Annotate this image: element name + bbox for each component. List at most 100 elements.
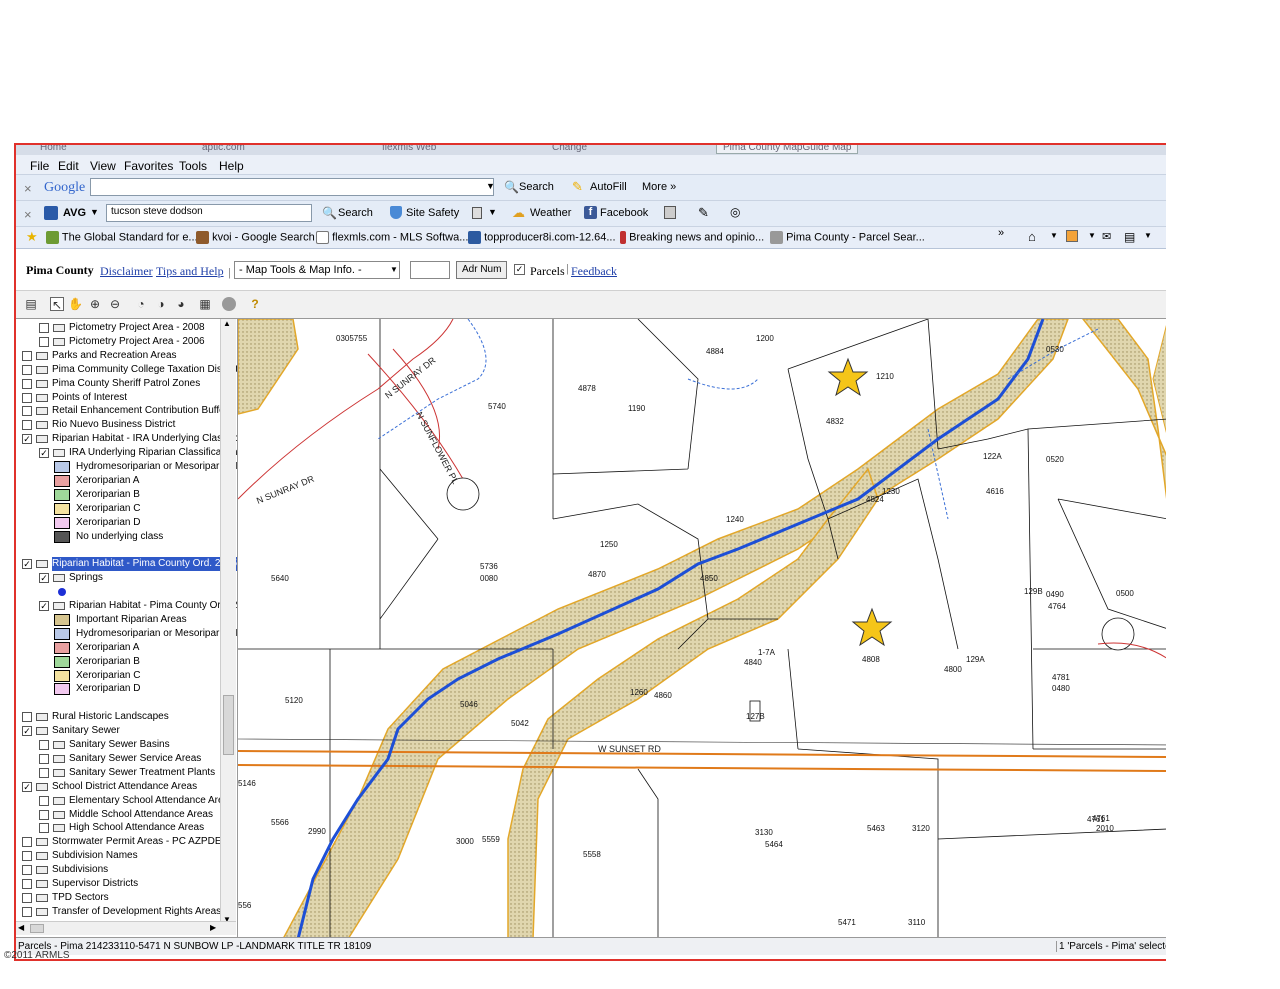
menu-help[interactable]: Help: [219, 159, 244, 173]
tab-home[interactable]: Home: [34, 145, 73, 153]
layer-checkbox[interactable]: ✓: [39, 573, 49, 584]
help-icon[interactable]: ?: [248, 297, 262, 311]
site-safety-button[interactable]: Site Safety: [406, 207, 459, 219]
scroll-thumb[interactable]: [223, 695, 234, 755]
home-dropdown-icon[interactable]: ▼: [1050, 231, 1058, 240]
layer-checkbox[interactable]: [22, 378, 32, 389]
close-toolbar-icon[interactable]: ×: [24, 181, 32, 196]
feedback-link[interactable]: Feedback: [571, 264, 617, 279]
layer-checkbox[interactable]: [39, 753, 49, 764]
facebook-button[interactable]: Facebook: [600, 207, 648, 219]
layer-checkbox[interactable]: [22, 865, 32, 876]
favorite-link-2[interactable]: kvoi - Google Search: [196, 231, 315, 244]
layers-icon[interactable]: ▤: [24, 297, 38, 311]
google-search-input[interactable]: [90, 178, 494, 196]
layer-checkbox[interactable]: [22, 851, 32, 862]
layer-checkbox[interactable]: ✓: [22, 434, 32, 445]
parcels-checkbox[interactable]: ✓: [514, 264, 525, 275]
map-canvas[interactable]: N SUNRAY DR N SUNFLOWER PL N SUNRAY DR W SU…: [238, 319, 1166, 939]
zoom-previous-icon[interactable]: ◔: [134, 297, 148, 311]
disclaimer-link[interactable]: Disclaimer: [100, 264, 153, 279]
scroll-up-icon[interactable]: ▲: [223, 319, 231, 328]
select-arrow-icon[interactable]: ▼: [390, 265, 398, 274]
favorite-link-1[interactable]: The Global Standard for e...: [46, 231, 198, 244]
zoom-selection-icon[interactable]: ◕: [174, 297, 188, 311]
rss-icon[interactable]: [1066, 230, 1078, 242]
autofill-button[interactable]: AutoFill: [590, 181, 627, 193]
layer-checkbox[interactable]: [22, 420, 32, 431]
favorite-link-6[interactable]: Pima County - Parcel Sear...: [770, 231, 925, 244]
legend-vertical-scrollbar[interactable]: ▲ ▼: [220, 319, 236, 929]
layer-checkbox[interactable]: [22, 364, 32, 375]
google-search-button[interactable]: Search: [519, 181, 554, 193]
layer-checkbox[interactable]: ✓: [22, 559, 32, 570]
menu-favorites[interactable]: Favorites: [124, 159, 173, 173]
layer-checkbox[interactable]: [39, 336, 49, 347]
tips-help-link[interactable]: Tips and Help: [156, 264, 224, 279]
close-avg-toolbar-icon[interactable]: ×: [24, 207, 32, 222]
tab-aptic[interactable]: aptic.com: [196, 145, 251, 153]
print-map-icon[interactable]: ▦: [198, 297, 212, 311]
binoculars-icon[interactable]: ◎: [730, 205, 740, 219]
layer-checkbox[interactable]: [39, 323, 49, 333]
layer-checkbox[interactable]: ✓: [22, 781, 32, 792]
scroll-left-icon[interactable]: ◀: [18, 923, 24, 932]
layer-checkbox[interactable]: [39, 823, 49, 834]
mail-icon[interactable]: ✉: [1102, 230, 1111, 243]
menu-view[interactable]: View: [90, 159, 116, 173]
tab-change[interactable]: Change: [546, 145, 593, 153]
layer-checkbox[interactable]: [39, 809, 49, 820]
avg-search-input[interactable]: tucson steve dodson: [106, 204, 312, 222]
trash-dropdown-icon[interactable]: ▼: [488, 207, 497, 217]
trash-icon[interactable]: [472, 207, 482, 219]
avg-search-button[interactable]: Search: [338, 207, 373, 219]
zoom-out-icon[interactable]: ⊖: [108, 297, 122, 311]
pan-hand-icon[interactable]: ✋: [68, 297, 83, 311]
layer-checkbox[interactable]: [22, 712, 32, 723]
menu-tools[interactable]: Tools: [179, 159, 207, 173]
scroll-right-icon[interactable]: ▶: [210, 923, 216, 932]
layer-checkbox[interactable]: [39, 740, 49, 750]
layer-checkbox[interactable]: [22, 406, 32, 417]
layer-checkbox[interactable]: [22, 350, 32, 361]
layer-checkbox[interactable]: ✓: [39, 448, 49, 459]
layer-checkbox[interactable]: ✓: [39, 601, 49, 611]
address-number-input[interactable]: [410, 261, 450, 279]
layer-checkbox[interactable]: [22, 392, 32, 403]
hscroll-thumb[interactable]: [30, 924, 44, 933]
weather-button[interactable]: Weather: [530, 207, 571, 219]
map-tools-select[interactable]: - Map Tools & Map Info. -: [234, 261, 400, 279]
favorite-link-4[interactable]: topproducer8i.com-12.64...: [468, 231, 616, 244]
favorite-link-3[interactable]: flexmls.com - MLS Softwa...: [316, 231, 468, 244]
layer-checkbox[interactable]: [22, 837, 32, 848]
favorite-link-5[interactable]: Breaking news and opinio...: [620, 231, 764, 244]
adr-num-button[interactable]: Adr Num: [456, 261, 508, 279]
layer-checkbox[interactable]: [22, 892, 32, 903]
stop-icon[interactable]: [222, 297, 236, 311]
chevron-right-icon[interactable]: »: [998, 227, 1004, 239]
layer-checkbox[interactable]: [39, 795, 49, 806]
avg-dropdown-icon[interactable]: ▼: [90, 207, 99, 217]
parcel-map[interactable]: N SUNRAY DRN SUNFLOWER PLN SUNRAY DRW SU…: [238, 319, 1166, 939]
notepad-icon[interactable]: ✎: [698, 205, 709, 221]
layer-checkbox[interactable]: ✓: [22, 726, 32, 737]
legend-horizontal-scrollbar[interactable]: ◀ ▶: [16, 921, 236, 935]
print-dropdown-icon[interactable]: ▼: [1144, 231, 1152, 240]
zoom-in-icon[interactable]: ⊕: [88, 297, 102, 311]
layer-checkbox[interactable]: [22, 879, 32, 889]
menu-edit[interactable]: Edit: [58, 159, 79, 173]
zoom-extent-icon[interactable]: ◑: [154, 297, 168, 311]
rss-dropdown-icon[interactable]: ▼: [1088, 231, 1096, 240]
select-pointer-icon[interactable]: ↖: [50, 297, 64, 312]
tab-pima-mapguide[interactable]: Pima County MapGuide Map: [716, 145, 859, 154]
layer-checkbox[interactable]: [22, 906, 32, 917]
menu-file[interactable]: File: [30, 159, 49, 173]
calculator-icon[interactable]: [664, 206, 676, 219]
favorites-star-icon[interactable]: ★: [26, 229, 38, 245]
more-button[interactable]: More »: [642, 181, 676, 193]
layer-checkbox[interactable]: [39, 767, 49, 778]
dropdown-arrow-icon[interactable]: ▼: [486, 181, 495, 191]
home-icon[interactable]: ⌂: [1028, 229, 1036, 244]
tab-flexmls[interactable]: flexmls Web: [376, 145, 442, 153]
print-icon[interactable]: ▤: [1124, 230, 1135, 244]
